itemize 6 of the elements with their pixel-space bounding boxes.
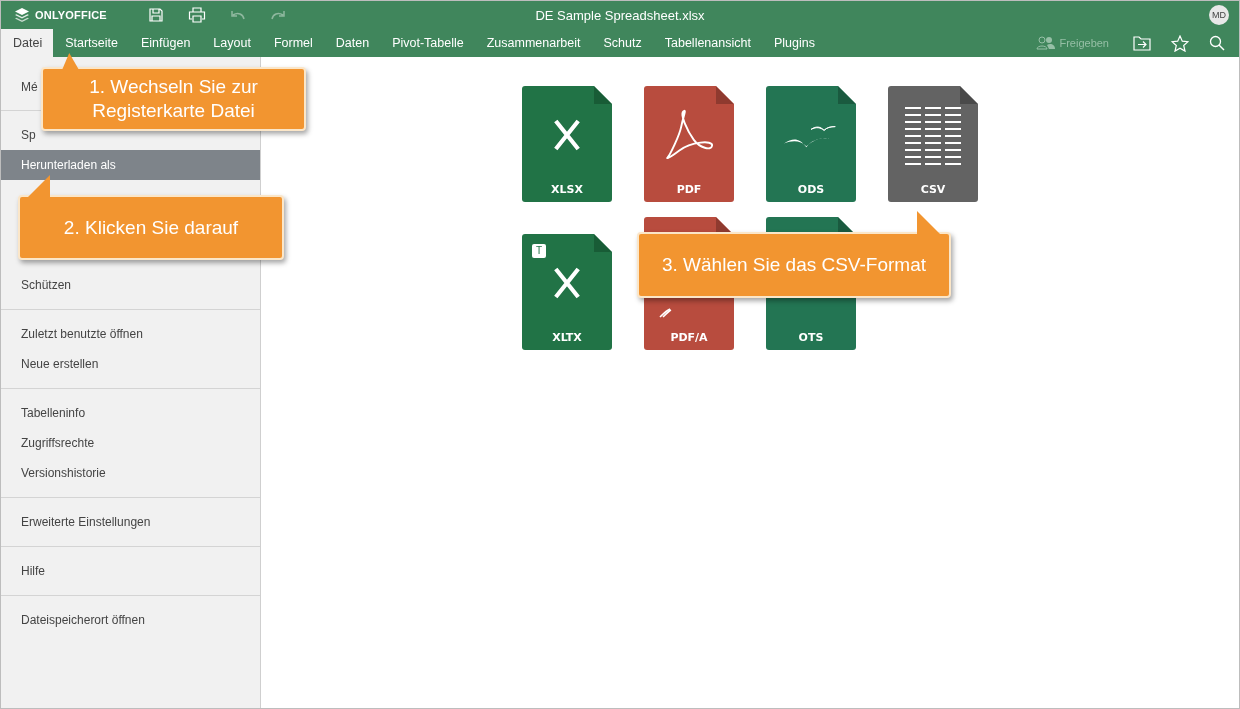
hint-tooltip: 2. Klicken Sie darauf bbox=[18, 173, 284, 260]
template-badge: T bbox=[532, 244, 546, 258]
hint-tooltip: 3. Wählen Sie das CSV-Format bbox=[637, 209, 951, 298]
window-title: DE Sample Spreadsheet.xlsx bbox=[535, 7, 705, 23]
hint-tooltip: 1. Wechseln Sie zur Registerkarte Datei bbox=[41, 53, 306, 131]
brand-name: ONLYOFFICE bbox=[35, 9, 107, 21]
